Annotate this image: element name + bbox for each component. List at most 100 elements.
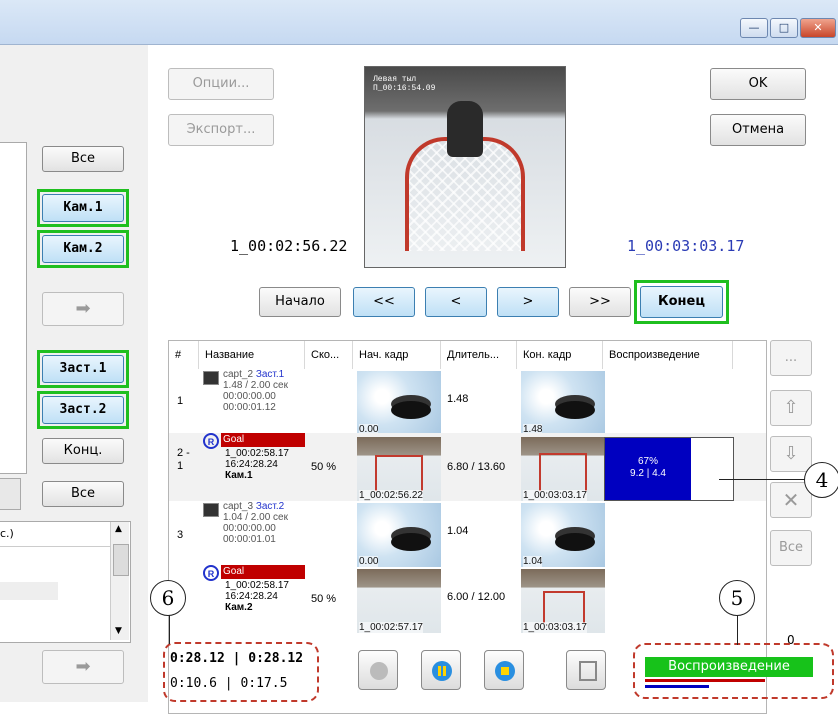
cam1-button[interactable]: Кам.1 [42, 194, 124, 222]
row-line3: 16:24:28.24 [225, 459, 278, 470]
row-camera: Кам.1 [225, 470, 253, 481]
row-line3: 00:00:00.00 [223, 523, 276, 534]
cam2-button[interactable]: Кам.2 [42, 235, 124, 263]
film-icon [203, 371, 219, 385]
stop-button[interactable] [484, 650, 524, 690]
row-speed: 50 % [311, 593, 337, 605]
goal-label: Goal [221, 565, 305, 579]
row-duration: 1.48 [447, 393, 469, 405]
cancel-button[interactable]: Отмена [710, 114, 806, 146]
end-frame-thumbnail: 1.04 [521, 503, 605, 567]
start-frame-thumbnail: 0.00 [357, 371, 441, 435]
col-header-end[interactable]: Кон. кадр [517, 341, 603, 369]
row-line2: 1.04 / 2.00 сек [223, 512, 288, 523]
scrollbar[interactable]: ▲ ▼ [110, 522, 129, 640]
callout-4: 4 [804, 462, 838, 498]
forward-fast-button[interactable]: >> [569, 287, 631, 317]
close-button[interactable]: ✕ [800, 18, 836, 38]
end-frame-thumbnail: 1.48 [521, 371, 605, 435]
row-duration: 1.04 [447, 525, 469, 537]
table-row[interactable]: R Goal 1_00:02:58.17 16:24:28.24 Кам.2 5… [169, 565, 766, 633]
video-overlay-line2: П_00:16:54.09 [373, 84, 436, 93]
zoom-button[interactable] [566, 650, 606, 690]
move-down-icon[interactable]: ⇩ [770, 436, 812, 472]
scroll-down-icon[interactable]: ▼ [115, 626, 122, 636]
col-header-num[interactable]: # [169, 341, 199, 369]
clip-list-row[interactable] [0, 582, 58, 600]
forward-button[interactable]: > [497, 287, 559, 317]
start-frame-caption: 1_00:02:56.22 [359, 490, 423, 501]
row-speed: 50 % [311, 461, 337, 473]
col-header-speed[interactable]: Ско... [305, 341, 353, 369]
left-scroll-stub[interactable] [0, 478, 21, 510]
screen1-button[interactable]: Заст.1 [42, 355, 124, 383]
end-screen-button[interactable]: Конц. [42, 438, 124, 464]
scroll-thumb[interactable] [113, 544, 129, 576]
add-arrow-bottom-icon[interactable]: ➡ [42, 650, 124, 684]
row-duration: 6.00 / 12.00 [447, 591, 506, 603]
add-arrow-icon[interactable]: ➡ [42, 292, 124, 326]
play-record-button[interactable] [358, 650, 398, 690]
row-line3: 16:24:28.24 [225, 591, 278, 602]
start-frame-caption: 1_00:02:57.17 [359, 622, 423, 633]
row-title: capt_2 [223, 369, 254, 380]
row-line3: 00:00:00.00 [223, 391, 276, 402]
col-header-playback[interactable]: Воспроизведение [603, 341, 733, 369]
title-bar: — □ ✕ [0, 0, 838, 45]
move-up-icon[interactable]: ⇧ [770, 390, 812, 426]
options-button[interactable]: Опции... [168, 68, 274, 100]
timecode-end: 1_00:03:03.17 [627, 237, 745, 255]
row-line4: 00:00:01.12 [223, 402, 276, 413]
col-header-name[interactable]: Название [199, 341, 305, 369]
pause-icon [432, 661, 452, 681]
callout-box-6 [163, 642, 319, 702]
scroll-up-icon[interactable]: ▲ [115, 524, 122, 534]
all-top-button[interactable]: Все [42, 146, 124, 172]
goal-label: Goal [221, 433, 305, 447]
end-frame-thumbnail: 1_00:03:03.17 [521, 569, 605, 633]
screen2-button[interactable]: Заст.2 [42, 396, 124, 424]
video-overlay-line1: Левая тыл [373, 75, 417, 84]
source-list[interactable] [0, 142, 27, 474]
maximize-button[interactable]: □ [770, 18, 798, 38]
more-button[interactable]: ... [770, 340, 812, 376]
minimize-button[interactable]: — [740, 18, 768, 38]
registered-icon: R [203, 565, 219, 581]
film-icon [203, 503, 219, 517]
row-line4: 00:00:01.01 [223, 534, 276, 545]
start-frame-thumbnail: 0.00 [357, 503, 441, 567]
record-icon [370, 662, 388, 680]
rewind-button[interactable]: < [425, 287, 487, 317]
col-header-duration[interactable]: Длитель... [441, 341, 517, 369]
col-header-start[interactable]: Нач. кадр [353, 341, 441, 369]
row-number: 1 [177, 395, 184, 407]
table-row-selected[interactable]: 2 - 1 R Goal 1_00:02:58.17 16:24:28.24 К… [169, 433, 766, 501]
zoom-icon [579, 661, 597, 681]
row-tag: Заст.1 [255, 369, 285, 380]
end-frame-caption: 1_00:03:03.17 [523, 622, 587, 633]
row-line2: 1.48 / 2.00 сек [223, 380, 288, 391]
video-preview[interactable]: Левая тыл П_00:16:54.09 [364, 66, 566, 268]
registered-icon: R [203, 433, 219, 449]
all-right-button[interactable]: Все [770, 530, 812, 566]
row-duration: 6.80 / 13.60 [447, 461, 506, 473]
progress-percent: 67% [637, 456, 658, 467]
export-button[interactable]: Экспорт... [168, 114, 274, 146]
callout-box-5 [633, 643, 834, 699]
end-button[interactable]: Конец [640, 286, 723, 318]
row-camera: Кам.2 [225, 602, 253, 613]
start-button[interactable]: Начало [259, 287, 341, 317]
end-frame-thumbnail: 1_00:03:03.17 [521, 437, 605, 501]
goalie-figure [447, 101, 483, 157]
all-bottom-button[interactable]: Все [42, 481, 124, 507]
pause-button[interactable] [421, 650, 461, 690]
table-row[interactable]: 3 capt_3 Заст.2 1.04 / 2.00 сек 00:00:00… [169, 501, 766, 567]
playback-progress: 67% 9.2 | 4.4 [604, 437, 734, 501]
callout-6: 6 [150, 580, 186, 616]
table-row[interactable]: 1 capt_2 Заст.1 1.48 / 2.00 сек 00:00:00… [169, 369, 766, 435]
rewind-fast-button[interactable]: << [353, 287, 415, 317]
ok-button[interactable]: OK [710, 68, 806, 100]
row-line2: 1_00:02:58.17 [225, 448, 289, 459]
clip-list[interactable]: с.) ▲ ▼ [0, 521, 131, 643]
callout-line-4 [719, 479, 807, 480]
